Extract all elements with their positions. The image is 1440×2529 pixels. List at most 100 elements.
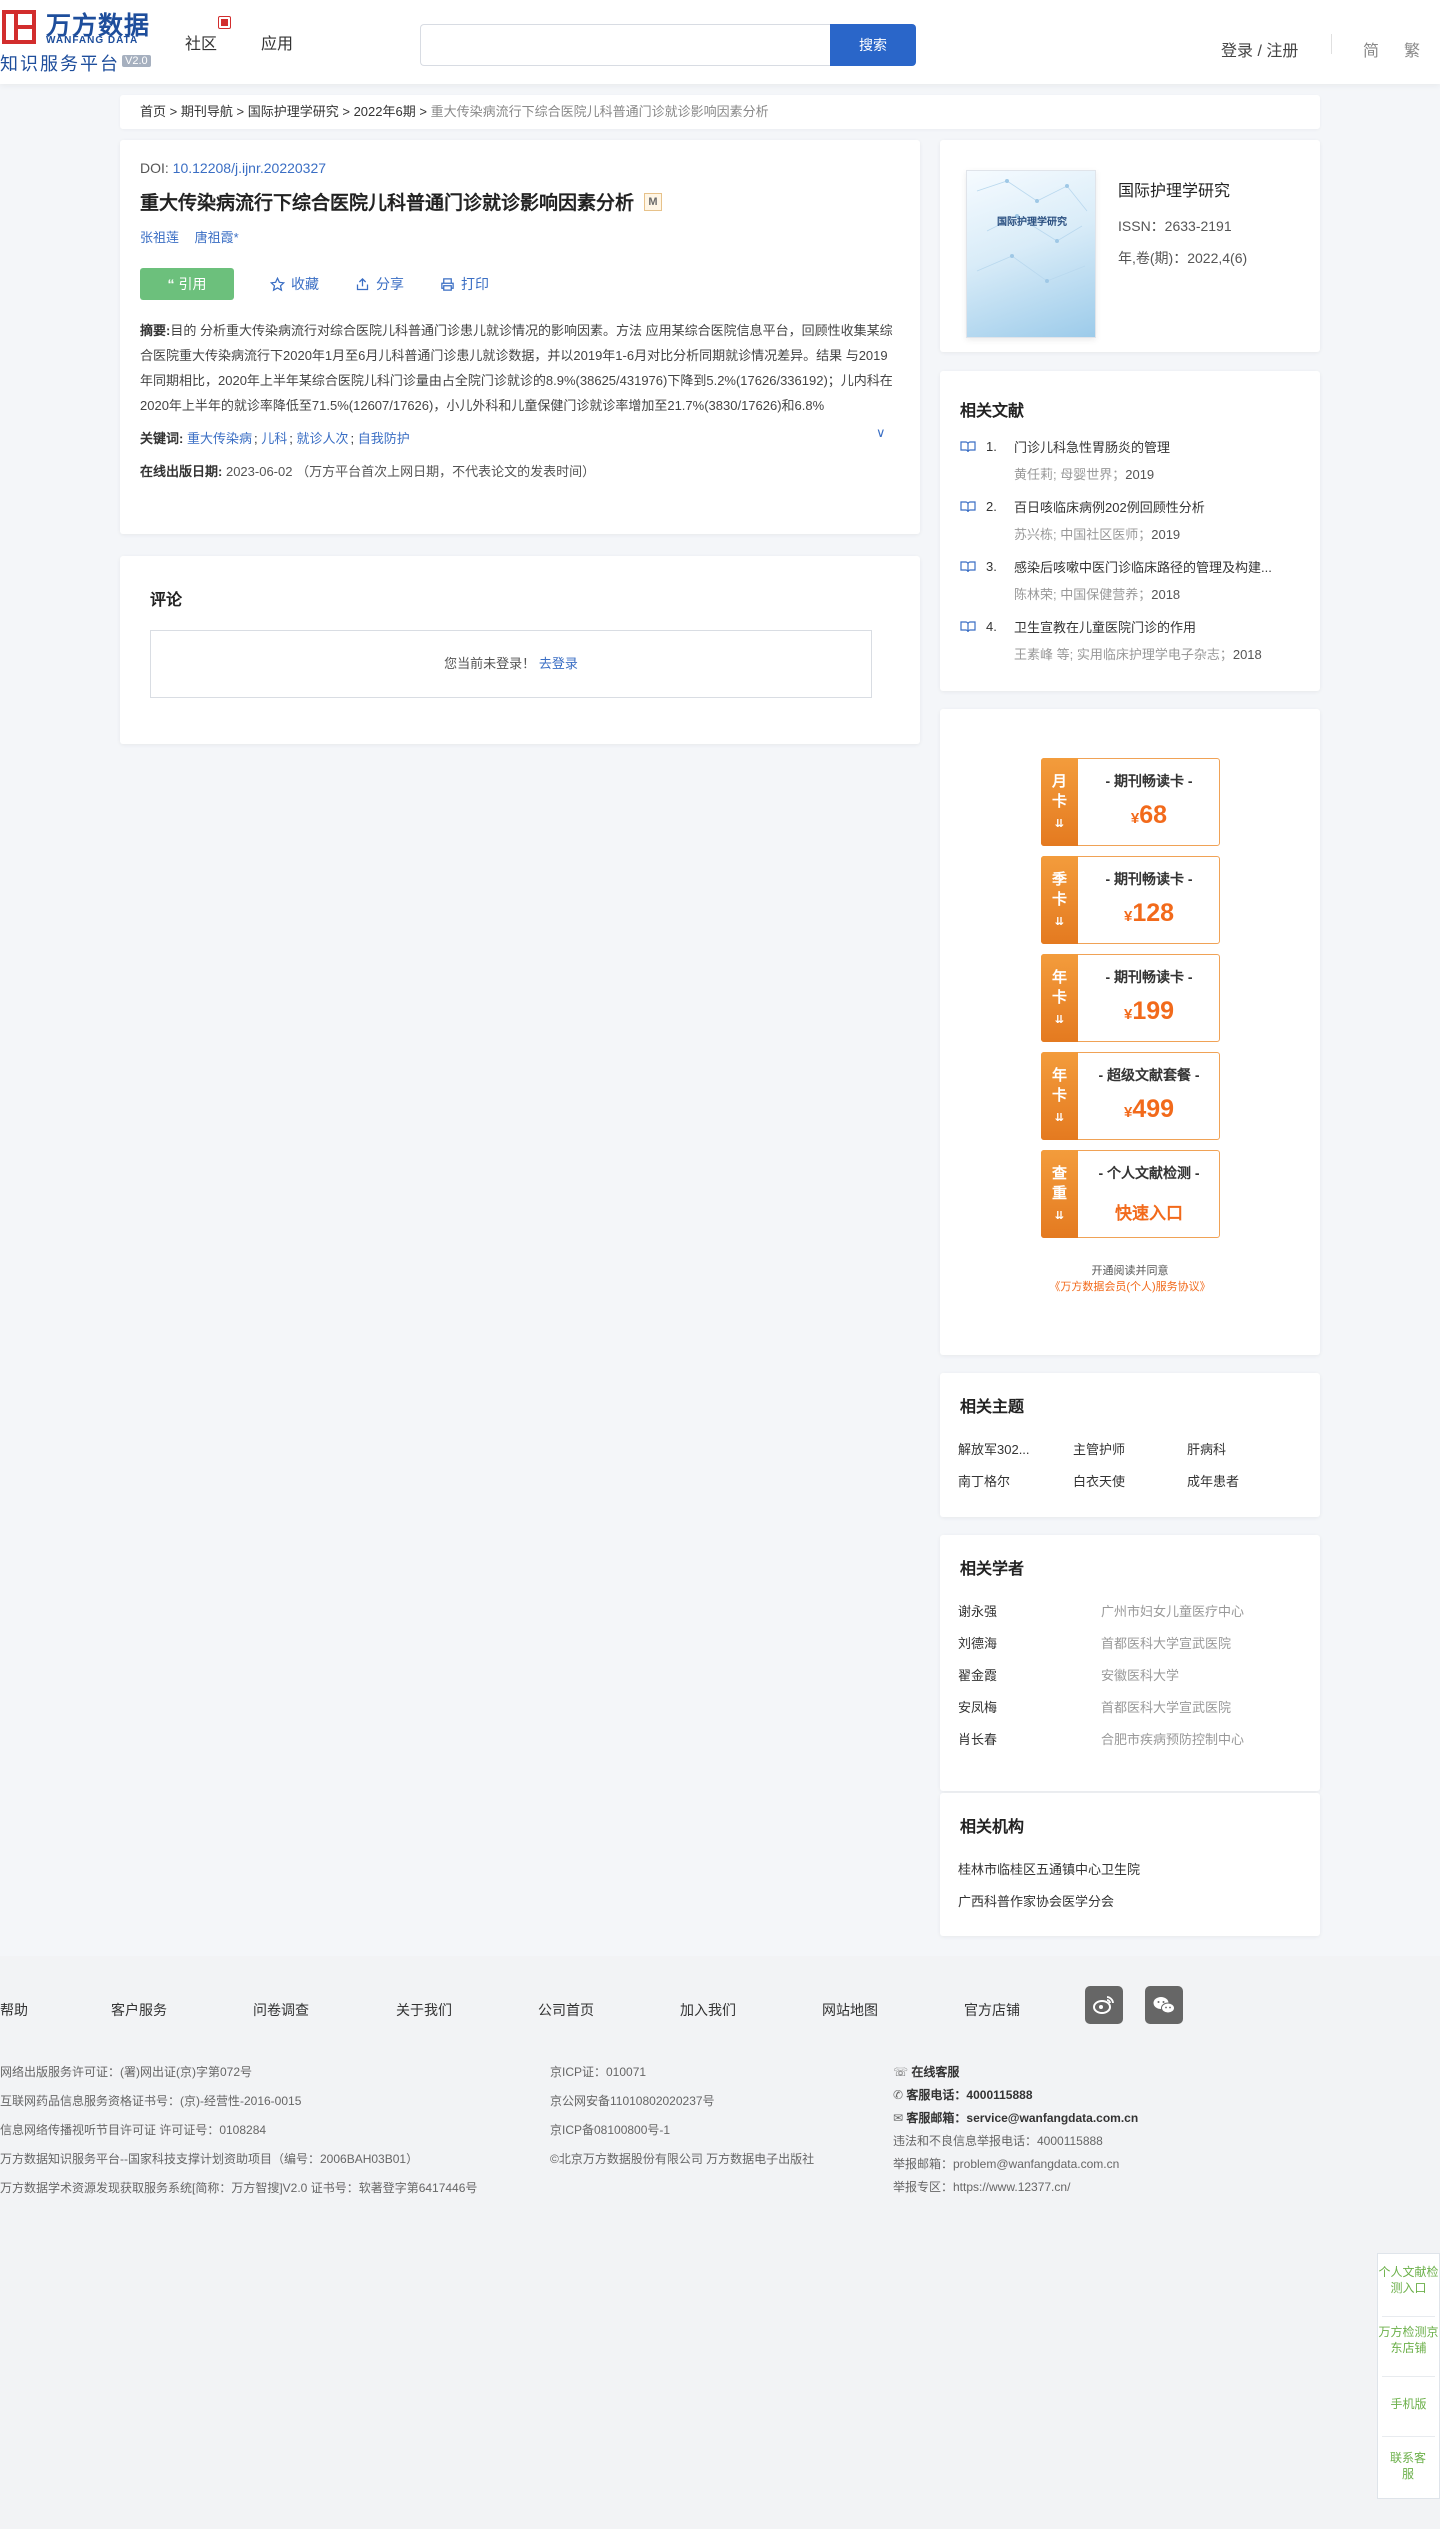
keyword-link[interactable]: 重大传染病 [187,431,252,446]
side-plagiarism-entry[interactable]: 个人文献检测入口 [1378,2264,1439,2296]
expand-chevron-icon[interactable]: ∨ [876,425,886,441]
topic-link[interactable]: 解放军302... [958,1439,1030,1458]
go-login-link[interactable]: 去登录 [539,656,578,671]
related-doc-item[interactable]: 2. 百日咳临床病例202例回顾性分析 苏兴栋; 中国社区医师；2019 [960,497,1310,543]
scholar-name[interactable]: 肖长春 [958,1729,997,1748]
logo-subtitle: 知识服务平台 [0,54,120,74]
journal-issn: ISSN：2633-2191 [1118,218,1232,234]
share-button[interactable]: 分享 [355,274,404,294]
breadcrumb-journals[interactable]: 期刊导航 [181,104,233,119]
related-doc-item[interactable]: 3. 感染后咳嗽中医门诊临床路径的管理及构建... 陈林荣; 中国保健营养；201… [960,557,1310,603]
lang-simplified[interactable]: 简 [1363,37,1379,61]
doc-num: 2. [986,499,997,514]
scholar-org: 安徽医科大学 [1101,1668,1180,1683]
topic-link[interactable]: 肝病科 [1187,1439,1226,1458]
article-card: DOI: 10.12208/j.ijnr.20220327 重大传染病流行下综合… [120,140,920,534]
doi-link[interactable]: 10.12208/j.ijnr.20220327 [173,160,326,176]
breadcrumb-issue[interactable]: 2022年6期 [354,104,416,119]
topic-link[interactable]: 白衣天使 [1073,1471,1125,1490]
keyword-link[interactable]: 自我防护 [358,431,410,446]
journal-name[interactable]: 国际护理学研究 [1118,177,1230,201]
license-line: 互联网药品信息服务资格证书号：(京)-经营性-2016-0015 [0,2094,302,2108]
tab-char: 卡 [1051,989,1067,1006]
promo-tab: 查重 ⇊ [1041,1150,1078,1238]
cite-button[interactable]: “引用 [140,268,234,300]
topic-link[interactable]: 成年患者 [1187,1471,1239,1490]
promo-quarterly-card[interactable]: 季卡 ⇊ - 期刊畅读卡 - ¥128 [1041,856,1220,944]
promo-tab: 年卡 ⇊ [1041,1052,1078,1140]
email-label: 客服邮箱： [906,2111,967,2125]
nav-apps[interactable]: 应用 [261,30,293,54]
quick-entry-link[interactable]: 快速入口 [1078,1199,1220,1224]
org-link[interactable]: 广西科普作家协会医学分会 [958,1891,1114,1910]
pub-date-value: 2023-06-02 [225,464,293,479]
scholar-name[interactable]: 翟金霞 [958,1665,997,1684]
tab-char: 季 [1051,871,1067,888]
keyword-link[interactable]: 就诊人次 [296,431,348,446]
double-arrow-down-icon: ⇊ [1054,1210,1065,1222]
promo-super-package-card[interactable]: 年卡 ⇊ - 超级文献套餐 - ¥499 [1041,1052,1220,1140]
author-link[interactable]: 唐祖霞* [195,230,239,245]
icp-record-link[interactable]: 京ICP备08100800号-1 [550,2121,670,2138]
related-orgs-title: 相关机构 [960,1819,1025,1836]
promo-card: 月卡 ⇊ - 期刊畅读卡 - ¥68 季卡 ⇊ - 期刊畅读卡 - ¥128 年卡 ⇊… [940,709,1320,1355]
footer-link-company[interactable]: 公司首页 [538,2000,594,2020]
wechat-icon[interactable] [1145,1986,1183,2024]
side-mobile[interactable]: 手机版 [1378,2396,1439,2412]
doc-num: 3. [986,559,997,574]
keywords-label: 关键词: [140,431,184,446]
related-docs-title: 相关文献 [960,403,1025,420]
footer-link-service[interactable]: 客户服务 [111,2000,167,2020]
favorite-button[interactable]: 收藏 [270,274,319,294]
service-agreement-link[interactable]: 《万方数据会员(个人)服务协议》 [940,1278,1320,1294]
footer-link-join[interactable]: 加入我们 [680,2000,736,2020]
scholar-name[interactable]: 刘德海 [958,1633,997,1652]
license-line: 信息网络传播视听节目许可证 许可证号：0108284 [0,2123,267,2137]
service-email: ✉ 客服邮箱：service@wanfangdata.com.cn [893,2109,1138,2126]
lang-traditional[interactable]: 繁 [1404,37,1420,61]
scholar-name[interactable]: 谢永强 [958,1601,997,1620]
topic-link[interactable]: 南丁格尔 [958,1471,1010,1490]
breadcrumb-journal[interactable]: 国际护理学研究 [248,104,339,119]
phone-value: 4000115888 [966,2088,1033,2102]
related-doc-item[interactable]: 4. 卫生宣教在儿童医院门诊的作用 王素峰 等; 实用临床护理学电子杂志；2018 [960,617,1310,663]
search-input[interactable] [420,24,830,66]
side-divider [1382,2316,1435,2317]
scholar-name[interactable]: 安凤梅 [958,1697,997,1716]
online-service-link[interactable]: ☏ 在线客服 [893,2063,959,2080]
logo-version: V2.0 [122,55,151,67]
article-actions: “引用 收藏 分享 打印 [140,268,900,300]
search-button[interactable]: 搜索 [830,24,916,66]
footer-link-survey[interactable]: 问卷调查 [253,2000,309,2020]
breadcrumb-sep: > [342,104,350,119]
price-value: 199 [1132,997,1175,1025]
promo-monthly-card[interactable]: 月卡 ⇊ - 期刊畅读卡 - ¥68 [1041,758,1220,846]
header: 万方数据 WANFANG DATA 知识服务平台 V2.0 社区 应用 搜索 登… [0,0,1440,84]
promo-plagiarism-check-card[interactable]: 查重 ⇊ - 个人文献检测 - 快速入口 [1041,1150,1220,1238]
topic-link[interactable]: 主管护师 [1073,1439,1125,1458]
weibo-icon[interactable] [1085,1986,1123,2024]
report-zone-link[interactable]: 举报专区：https://www.12377.cn/ [893,2178,1070,2195]
price-value: 128 [1132,899,1175,927]
police-record-link[interactable]: 京公网安备11010802020237号 [550,2092,715,2109]
org-link[interactable]: 桂林市临桂区五通镇中心卫生院 [958,1859,1140,1878]
journal-cover[interactable]: 国际护理学研究 [966,170,1096,338]
author-link[interactable]: 张祖莲 [140,230,179,245]
breadcrumb-home[interactable]: 首页 [140,104,166,119]
print-button[interactable]: 打印 [440,274,489,294]
footer-link-about[interactable]: 关于我们 [396,2000,452,2020]
nav-community[interactable]: 社区 [185,30,217,54]
login-register-link[interactable]: 登录 / 注册 [1221,37,1298,61]
promo-yearly-card[interactable]: 年卡 ⇊ - 期刊畅读卡 - ¥199 [1041,954,1220,1042]
pub-date: 在线出版日期: 2023-06-02 （万方平台首次上网日期，不代表论文的发表时… [140,461,900,480]
icp-link[interactable]: 京ICP证：010071 [550,2063,646,2080]
side-contact-service[interactable]: 联系客服 [1388,2450,1428,2482]
footer-link-sitemap[interactable]: 网站地图 [822,2000,878,2020]
side-jd-store[interactable]: 万方检测京东店铺 [1378,2324,1439,2356]
related-doc-item[interactable]: 1. 门诊儿科急性胃肠炎的管理 黄任莉; 母婴世界；2019 [960,437,1310,483]
related-scholars-title: 相关学者 [960,1561,1025,1578]
keyword-link[interactable]: 儿科 [261,431,287,446]
logo[interactable]: 万方数据 WANFANG DATA 知识服务平台 V2.0 [0,6,160,76]
footer-link-help[interactable]: 帮助 [0,2000,28,2020]
footer-link-store[interactable]: 官方店铺 [964,2000,1020,2020]
